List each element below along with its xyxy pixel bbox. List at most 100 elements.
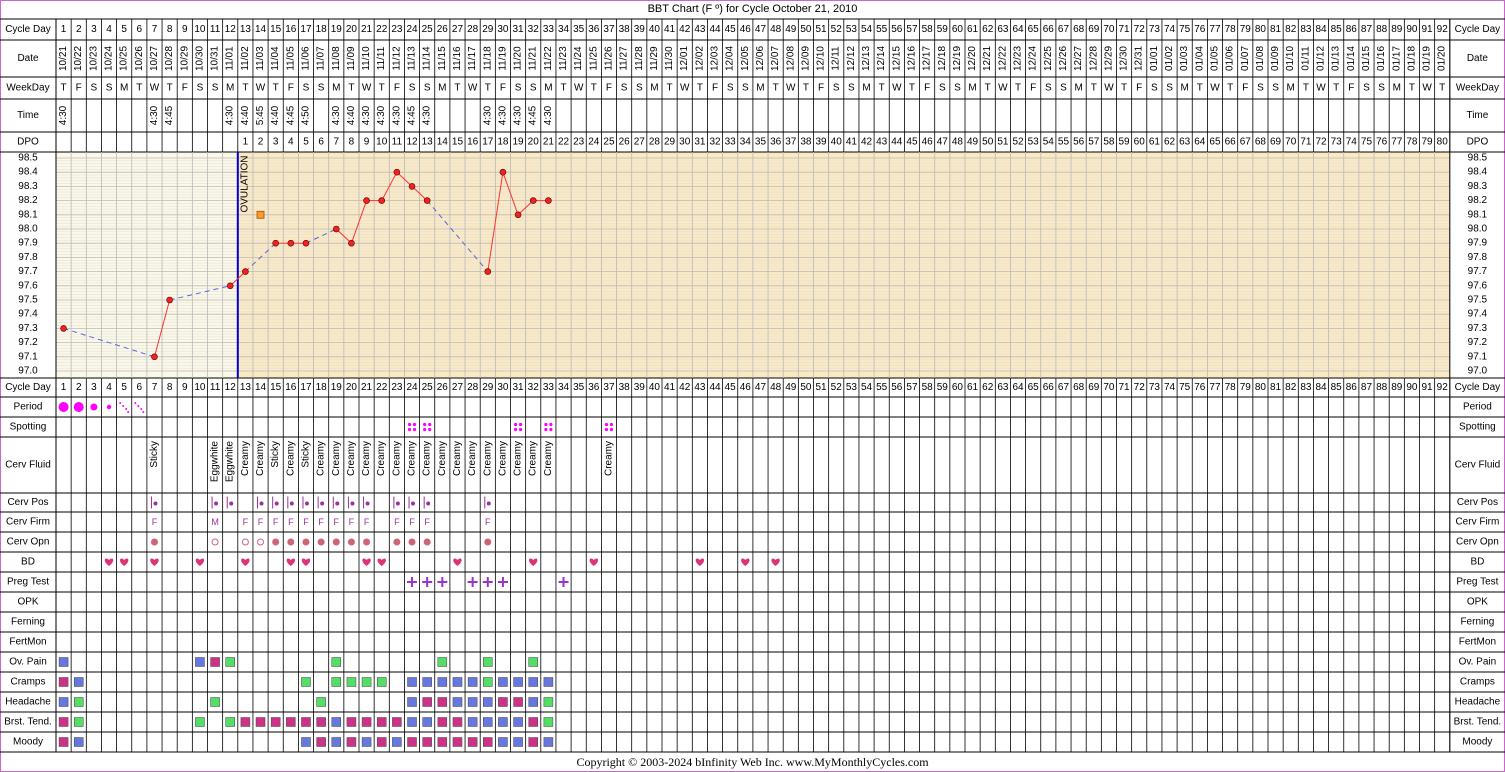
- cycle-day-number: 89: [1391, 24, 1403, 35]
- cycle-day-number: 43: [694, 382, 706, 393]
- time-label: 4:50: [300, 105, 311, 125]
- date-label: 12/04: [725, 46, 736, 71]
- row-label-weekday: WeekDay: [6, 83, 49, 94]
- cerv-fluid-label: Creamy: [391, 441, 402, 476]
- dpo-number: 14: [437, 137, 449, 148]
- cycle-day-number: 28: [467, 24, 479, 35]
- spotting-dot: [412, 427, 417, 432]
- spotting-dot: [604, 427, 609, 432]
- ovulation-label: OVULATION: [239, 155, 250, 212]
- date-label: 11/24: [573, 46, 584, 71]
- weekday-label: S: [1166, 83, 1173, 94]
- symptom-moody-marker: [301, 737, 311, 747]
- symptom-headache-marker: [452, 697, 463, 707]
- cycle-day-number: 19: [331, 24, 343, 35]
- cycle-day-number: 76: [1194, 24, 1206, 35]
- temp-tick-label-right: 98.5: [1468, 153, 1488, 164]
- cycle-day-number: 20: [346, 382, 358, 393]
- symptom-moody-marker: [316, 737, 326, 747]
- temp-point: [242, 268, 249, 275]
- weekday-label: T: [61, 83, 67, 94]
- date-label: 10/25: [119, 46, 130, 71]
- dpo-number: 7: [333, 137, 339, 148]
- symptom-moody-marker: [73, 737, 84, 747]
- date-label: 01/02: [1164, 46, 1175, 71]
- date-label: 10/21: [58, 46, 69, 71]
- cerv-firm-mark: F: [303, 517, 309, 527]
- cycle-day-number: 70: [1103, 24, 1115, 35]
- symptom-headache-marker: [467, 697, 478, 707]
- temp-tick-label-right: 97.5: [1468, 295, 1488, 306]
- temp-tick-label-right: 98.4: [1468, 167, 1488, 178]
- date-label: 12/21: [982, 46, 993, 71]
- cerv-firm-mark: F: [349, 517, 355, 527]
- dpo-number: 68: [1255, 137, 1267, 148]
- row-label-right-cerv-firm: Cerv Firm: [1455, 517, 1499, 528]
- weekday-label: S: [636, 83, 643, 94]
- date-label: 12/11: [831, 46, 842, 71]
- symptom-cramps-marker: [376, 677, 387, 687]
- cycle-day-number: 67: [1058, 382, 1070, 393]
- cerv-pos-dot: [153, 501, 158, 506]
- symptom-brst-tend-marker: [346, 717, 357, 727]
- symptom-cramps-marker: [437, 677, 448, 687]
- symptom-ov-pain-marker: [225, 657, 235, 667]
- symptom-moody-marker: [452, 737, 463, 747]
- cerv-fluid-label: Creamy: [603, 441, 614, 476]
- symptom-headache-marker: [422, 697, 432, 707]
- cycle-day-number: 44: [709, 24, 721, 35]
- period-spot-dot: [127, 411, 130, 413]
- temp-tick-label: 97.9: [18, 238, 38, 249]
- cerv-firm-mark: F: [394, 517, 400, 527]
- temp-tick-label: 97.3: [18, 323, 38, 334]
- period-spot-dot: [140, 408, 143, 410]
- cycle-day-number: 60: [952, 24, 964, 35]
- dpo-number: 69: [1270, 137, 1282, 148]
- spotting-dot: [518, 427, 523, 432]
- dpo-number: 77: [1391, 137, 1403, 148]
- cycle-day-number: 74: [1164, 24, 1176, 35]
- row-label-ov-pain: Ov. Pain: [9, 657, 47, 668]
- row-label-right-cerv-pos: Cerv Pos: [1457, 497, 1498, 508]
- spotting-dot: [544, 427, 548, 432]
- dpo-number: 42: [861, 137, 873, 148]
- period-marker-heavy: [73, 402, 84, 412]
- cycle-day-number: 69: [1088, 382, 1100, 393]
- cycle-day-number: 71: [1119, 382, 1131, 393]
- date-label: 11/23: [558, 46, 569, 71]
- cycle-day-number: 59: [937, 24, 949, 35]
- cycle-day-number: 33: [543, 382, 555, 393]
- weekday-label: S: [727, 83, 734, 94]
- symptom-moody-marker: [498, 737, 508, 747]
- weekday-label: S: [303, 83, 310, 94]
- dpo-number: 41: [846, 137, 858, 148]
- weekday-label: S: [742, 83, 749, 94]
- weekday-label: T: [1197, 83, 1203, 94]
- cycle-day-number: 35: [573, 24, 585, 35]
- dpo-number: 49: [967, 137, 979, 148]
- date-label: 10/28: [164, 46, 175, 71]
- date-label: 01/20: [1437, 46, 1448, 71]
- symptom-brst-tend-marker: [225, 717, 235, 727]
- date-label: 12/31: [1134, 46, 1145, 71]
- cycle-day-number: 51: [816, 24, 828, 35]
- cerv-fluid-label: Creamy: [346, 441, 357, 476]
- cerv-opn-mark: [287, 538, 295, 546]
- cycle-day-number: 66: [1043, 24, 1055, 35]
- symptom-cramps-marker: [331, 677, 342, 687]
- temp-tick-label-right: 97.1: [1468, 351, 1488, 362]
- cycle-day-number: 48: [770, 24, 782, 35]
- row-label-cerv-pos: Cerv Pos: [7, 497, 48, 508]
- temp-point: [378, 197, 386, 204]
- cycle-day-number: 22: [376, 382, 388, 393]
- date-label: 12/22: [997, 46, 1008, 71]
- symptom-brst-tend-marker: [195, 717, 205, 727]
- weekday-label: T: [985, 83, 991, 94]
- weekday-label: T: [879, 83, 885, 94]
- cycle-day-number: 89: [1391, 382, 1403, 393]
- date-label: 11/25: [588, 46, 599, 71]
- weekday-label: T: [1333, 83, 1339, 94]
- cycle-day-number: 9: [182, 24, 188, 35]
- symptom-brst-tend-marker: [331, 717, 342, 727]
- spotting-dot: [604, 422, 609, 427]
